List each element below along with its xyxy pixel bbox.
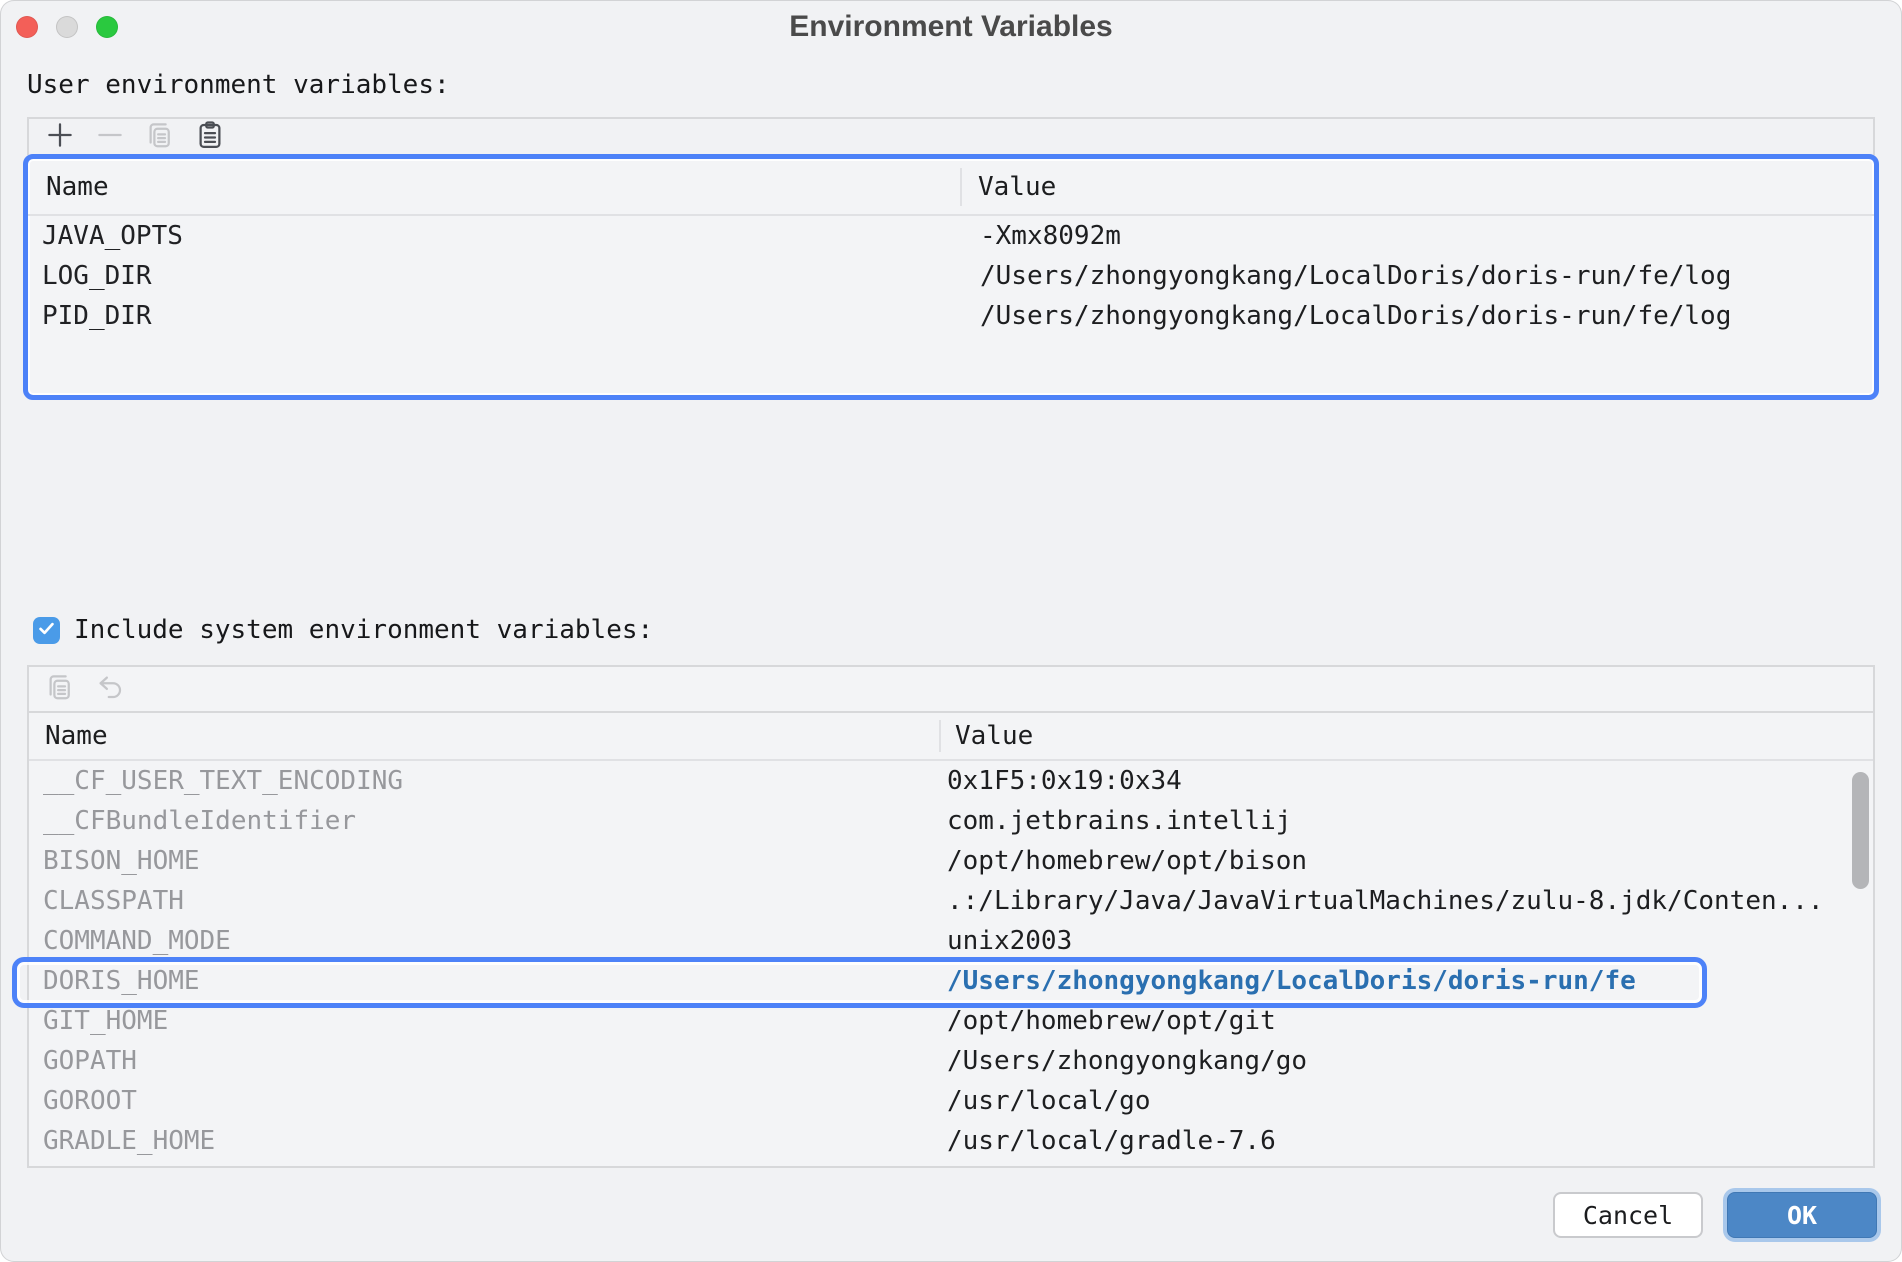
table-row[interactable]: JAVA_OPTS -Xmx8092m — [28, 216, 1874, 256]
table-row[interactable]: BISON_HOME /opt/homebrew/opt/bison — [29, 841, 1873, 881]
include-system-vars-label: Include system environment variables: — [74, 615, 653, 645]
vertical-scrollbar-thumb[interactable] — [1852, 772, 1869, 889]
remove-icon — [95, 120, 125, 154]
include-system-vars-checkbox[interactable] — [33, 617, 60, 644]
cancel-button[interactable]: Cancel — [1553, 1192, 1703, 1238]
user-vars-label: User environment variables: — [27, 70, 450, 100]
column-header-name: Name — [29, 721, 939, 751]
table-row[interactable]: CLASSPATH .:/Library/Java/JavaVirtualMac… — [29, 881, 1873, 921]
remove-button[interactable] — [85, 120, 135, 154]
copy-button[interactable] — [135, 120, 185, 154]
table-row[interactable]: LOG_DIR /Users/zhongyongkang/LocalDoris/… — [28, 256, 1874, 296]
table-row[interactable]: __CFBundleIdentifier com.jetbrains.intel… — [29, 801, 1873, 841]
column-header-value: Value — [960, 168, 1874, 206]
paste-button[interactable] — [185, 120, 235, 154]
copy-icon — [45, 672, 75, 706]
environment-variables-dialog: Environment Variables User environment v… — [0, 0, 1902, 1262]
add-button[interactable] — [35, 120, 85, 154]
ok-button[interactable]: OK — [1727, 1192, 1877, 1238]
copy-button[interactable] — [35, 672, 85, 706]
window-title: Environment Variables — [0, 10, 1902, 44]
system-table-header: Name Value — [29, 713, 1873, 761]
checkmark-icon — [37, 619, 56, 642]
user-table-header: Name Value — [28, 159, 1874, 216]
user-vars-table: Name Value JAVA_OPTS -Xmx8092m LOG_DIR /… — [23, 154, 1879, 400]
table-row[interactable]: PID_DIR /Users/zhongyongkang/LocalDoris/… — [28, 296, 1874, 336]
undo-icon — [95, 672, 125, 706]
system-vars-toolbar — [29, 667, 1873, 713]
table-row[interactable]: GRADLE_HOME /usr/local/gradle-7.6 — [29, 1121, 1873, 1161]
table-row[interactable]: __CF_USER_TEXT_ENCODING 0x1F5:0x19:0x34 — [29, 761, 1873, 801]
column-header-value: Value — [939, 720, 1873, 752]
table-row[interactable]: GIT_HOME /opt/homebrew/opt/git — [29, 1001, 1873, 1041]
table-row-doris-home[interactable]: DORIS_HOME /Users/zhongyongkang/LocalDor… — [29, 961, 1873, 1001]
system-vars-panel: Name Value __CF_USER_TEXT_ENCODING 0x1F5… — [27, 665, 1875, 1168]
copy-icon — [145, 120, 175, 154]
include-system-vars-row: Include system environment variables: — [33, 615, 653, 645]
table-row[interactable]: GOROOT /usr/local/go — [29, 1081, 1873, 1121]
table-row[interactable]: GOPATH /Users/zhongyongkang/go — [29, 1041, 1873, 1081]
undo-button[interactable] — [85, 672, 135, 706]
table-row[interactable]: COMMAND_MODE unix2003 — [29, 921, 1873, 961]
paste-icon — [195, 120, 225, 154]
add-icon — [45, 120, 75, 154]
user-vars-toolbar — [27, 117, 1875, 155]
column-header-name: Name — [28, 172, 960, 202]
